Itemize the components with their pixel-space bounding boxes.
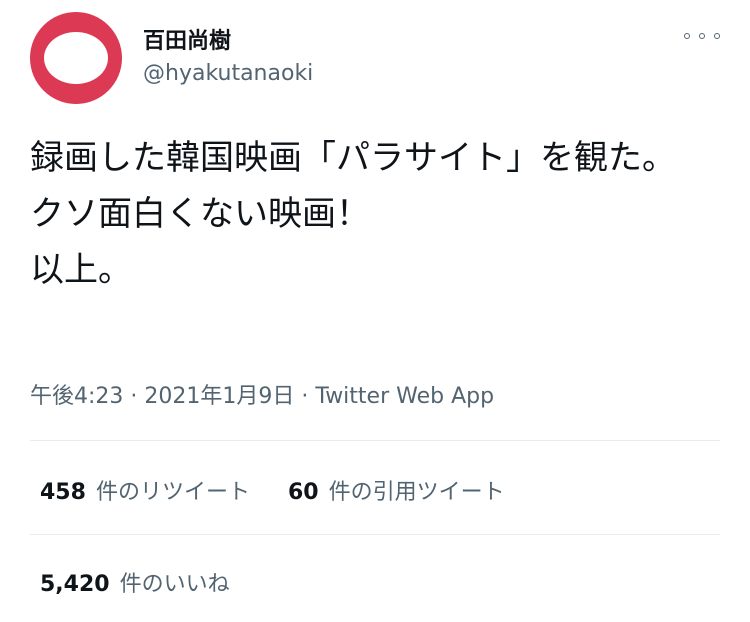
author-display-name[interactable]: 百田尚樹 <box>143 23 231 55</box>
tweet-text: 録画した韓国映画「パラサイト」を観た。 クソ面白くない映画！ 以上。 <box>30 138 676 290</box>
quotes-count: 60 <box>287 480 319 505</box>
tweet-time[interactable]: 午後4:23 <box>30 384 123 409</box>
likes-stats-row: 5,420 件のいいね <box>40 566 230 598</box>
retweets-count: 458 <box>40 480 86 505</box>
tweet-date[interactable]: 2021年1月9日 <box>144 384 294 409</box>
more-icon <box>684 33 690 39</box>
more-options-button[interactable] <box>684 24 720 48</box>
tweet-meta: 午後4:23 · 2021年1月9日 · Twitter Web App <box>30 378 494 410</box>
more-icon <box>714 33 720 39</box>
retweets-label: 件のリツイート <box>95 480 250 505</box>
likes-count: 5,420 <box>40 572 110 597</box>
likes-label: 件のいいね <box>119 572 230 597</box>
likes-stat[interactable]: 5,420 件のいいね <box>40 566 230 598</box>
author-handle[interactable]: @hyakutanaoki <box>143 61 313 86</box>
divider <box>30 534 720 535</box>
retweets-stat[interactable]: 458 件のリツイート <box>40 474 250 506</box>
engagement-stats-row: 458 件のリツイート 60 件の引用ツイート <box>40 474 505 506</box>
more-icon <box>699 33 705 39</box>
tweet-source[interactable]: Twitter Web App <box>315 384 494 409</box>
quotes-stat[interactable]: 60 件の引用ツイート <box>288 474 505 506</box>
avatar[interactable] <box>30 12 122 104</box>
tweet-header: 百田尚樹 @hyakutanaoki <box>30 12 720 104</box>
divider <box>30 440 720 441</box>
avatar-image <box>44 32 108 84</box>
meta-separator: · <box>130 384 138 409</box>
quotes-label: 件の引用ツイート <box>328 480 505 505</box>
meta-separator: · <box>301 384 309 409</box>
